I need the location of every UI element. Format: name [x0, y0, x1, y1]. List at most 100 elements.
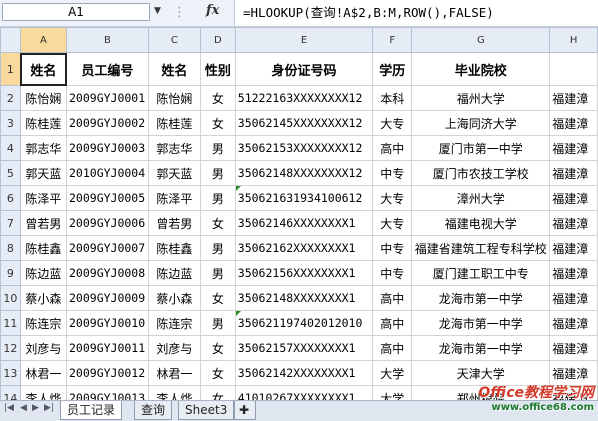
school-cell[interactable]: 龙海市第一中学 [411, 310, 551, 336]
education-cell[interactable]: 大学 [372, 385, 413, 400]
column-header[interactable]: A [19, 27, 68, 53]
address-cell[interactable]: 福建漳 [549, 185, 598, 211]
id-number-cell[interactable]: 350621631934100612 [234, 185, 374, 211]
name-cell[interactable]: 陈连宗 [19, 310, 68, 336]
column-header[interactable]: B [66, 27, 149, 53]
education-cell[interactable]: 高中 [372, 135, 413, 161]
school-cell[interactable]: 厦门市第一中学 [411, 135, 551, 161]
gender-cell[interactable]: 男 [200, 135, 236, 161]
employee-id-cell[interactable]: 2009GYJ0002 [66, 110, 149, 136]
name-lookup-cell[interactable]: 李人烨 [147, 385, 202, 400]
school-cell[interactable]: 龙海市第一中学 [411, 285, 551, 311]
gender-cell[interactable]: 女 [200, 85, 236, 111]
school-cell[interactable]: 上海同济大学 [411, 110, 551, 136]
school-cell[interactable]: 福建省建筑工程专科学校 [411, 235, 551, 261]
name-lookup-cell[interactable]: 陈桂鑫 [147, 235, 202, 261]
employee-id-cell[interactable]: 2009GYJ0006 [66, 210, 149, 236]
gender-cell[interactable]: 男 [200, 235, 236, 261]
sheet-tab-sheet3[interactable]: Sheet3 [178, 401, 235, 420]
school-cell[interactable]: 漳州大学 [411, 185, 551, 211]
employee-id-cell[interactable]: 2009GYJ0001 [66, 85, 149, 111]
header-cell[interactable]: 员工编号 [66, 52, 149, 86]
name-cell[interactable]: 刘彦与 [19, 335, 68, 361]
name-lookup-cell[interactable]: 刘彦与 [147, 335, 202, 361]
row-header[interactable]: 7 [0, 210, 21, 236]
address-cell[interactable]: 福建漳 [549, 110, 598, 136]
address-cell[interactable]: 福建漳 [549, 260, 598, 286]
header-cell[interactable]: 性别 [200, 52, 236, 86]
sheet-tab-employee-records[interactable]: 员工记录 [60, 401, 123, 420]
prev-sheet-icon[interactable]: ◀ [20, 403, 27, 413]
row-header[interactable]: 12 [0, 335, 21, 361]
name-cell[interactable]: 陈边蓝 [19, 260, 68, 286]
name-lookup-cell[interactable]: 陈泽平 [147, 185, 202, 211]
education-cell[interactable]: 大专 [372, 210, 413, 236]
name-lookup-cell[interactable]: 陈怡娴 [147, 85, 202, 111]
education-cell[interactable]: 高中 [372, 335, 413, 361]
school-cell[interactable]: 福建电视大学 [411, 210, 551, 236]
address-cell[interactable]: 福建漳 [549, 135, 598, 161]
address-cell[interactable]: 福建漳 [549, 335, 598, 361]
address-cell[interactable]: 福建漳 [549, 210, 598, 236]
column-header[interactable]: E [234, 27, 374, 53]
id-number-cell[interactable]: 35062162XXXXXXXX1 [234, 235, 374, 261]
name-lookup-cell[interactable]: 陈连宗 [147, 310, 202, 336]
name-cell[interactable]: 郭志华 [19, 135, 68, 161]
name-lookup-cell[interactable]: 陈边蓝 [147, 260, 202, 286]
name-cell[interactable]: 郭天蓝 [19, 160, 68, 186]
row-header[interactable]: 2 [0, 85, 21, 111]
cell-a1[interactable]: 姓名 [19, 52, 68, 86]
address-cell[interactable]: 福建漳 [549, 310, 598, 336]
row-header[interactable]: 1 [0, 52, 21, 86]
education-cell[interactable]: 本科 [372, 85, 413, 111]
header-cell[interactable] [549, 52, 598, 86]
id-number-cell[interactable]: 35062145XXXXXXXX12 [234, 110, 374, 136]
name-cell[interactable]: 陈桂莲 [19, 110, 68, 136]
name-box-dropdown-icon[interactable]: ▼ [154, 6, 161, 16]
education-cell[interactable]: 高中 [372, 310, 413, 336]
id-number-cell[interactable]: 35062148XXXXXXXX12 [234, 160, 374, 186]
address-cell[interactable]: 福建漳 [549, 235, 598, 261]
employee-id-cell[interactable]: 2010GYJ0004 [66, 160, 149, 186]
row-header[interactable]: 6 [0, 185, 21, 211]
insert-function-icon[interactable]: fx [206, 3, 219, 18]
name-cell[interactable]: 陈泽平 [19, 185, 68, 211]
gender-cell[interactable]: 女 [200, 335, 236, 361]
name-cell[interactable]: 李人烨 [19, 385, 68, 400]
school-cell[interactable]: 厦门市农技工学校 [411, 160, 551, 186]
address-cell[interactable]: 福建漳 [549, 285, 598, 311]
education-cell[interactable]: 中专 [372, 260, 413, 286]
education-cell[interactable]: 大专 [372, 185, 413, 211]
id-number-cell[interactable]: 35062142XXXXXXXX1 [234, 360, 374, 386]
formula-input[interactable]: =HLOOKUP(查询!A$2,B:M,ROW(),FALSE) [234, 0, 598, 26]
name-cell[interactable]: 蔡小森 [19, 285, 68, 311]
row-header[interactable]: 11 [0, 310, 21, 336]
column-header[interactable]: C [147, 27, 202, 53]
id-number-cell[interactable]: 35062156XXXXXXXX1 [234, 260, 374, 286]
row-header[interactable]: 10 [0, 285, 21, 311]
education-cell[interactable]: 大专 [372, 110, 413, 136]
name-lookup-cell[interactable]: 曾若男 [147, 210, 202, 236]
header-cell[interactable]: 学历 [372, 52, 413, 86]
address-cell[interactable]: 福建漳 [549, 160, 598, 186]
first-sheet-icon[interactable]: |◀ [4, 403, 14, 413]
name-cell[interactable]: 陈桂鑫 [19, 235, 68, 261]
employee-id-cell[interactable]: 2009GYJ0011 [66, 335, 149, 361]
employee-id-cell[interactable]: 2009GYJ0007 [66, 235, 149, 261]
employee-id-cell[interactable]: 2009GYJ0008 [66, 260, 149, 286]
last-sheet-icon[interactable]: ▶| [44, 403, 54, 413]
gender-cell[interactable]: 女 [200, 360, 236, 386]
id-number-cell[interactable]: 35062153XXXXXXXX12 [234, 135, 374, 161]
row-header[interactable]: 9 [0, 260, 21, 286]
gender-cell[interactable]: 女 [200, 385, 236, 400]
column-header[interactable]: F [372, 27, 413, 53]
education-cell[interactable]: 中专 [372, 235, 413, 261]
name-cell[interactable]: 林君一 [19, 360, 68, 386]
header-cell[interactable]: 毕业院校 [411, 52, 551, 86]
row-header[interactable]: 8 [0, 235, 21, 261]
employee-id-cell[interactable]: 2009GYJ0010 [66, 310, 149, 336]
id-number-cell[interactable]: 35062157XXXXXXXX1 [234, 335, 374, 361]
id-number-cell[interactable]: 51222163XXXXXXXX12 [234, 85, 374, 111]
id-number-cell[interactable]: 41010267XXXXXXXX1 [234, 385, 374, 400]
id-number-cell[interactable]: 35062148XXXXXXXX1 [234, 285, 374, 311]
